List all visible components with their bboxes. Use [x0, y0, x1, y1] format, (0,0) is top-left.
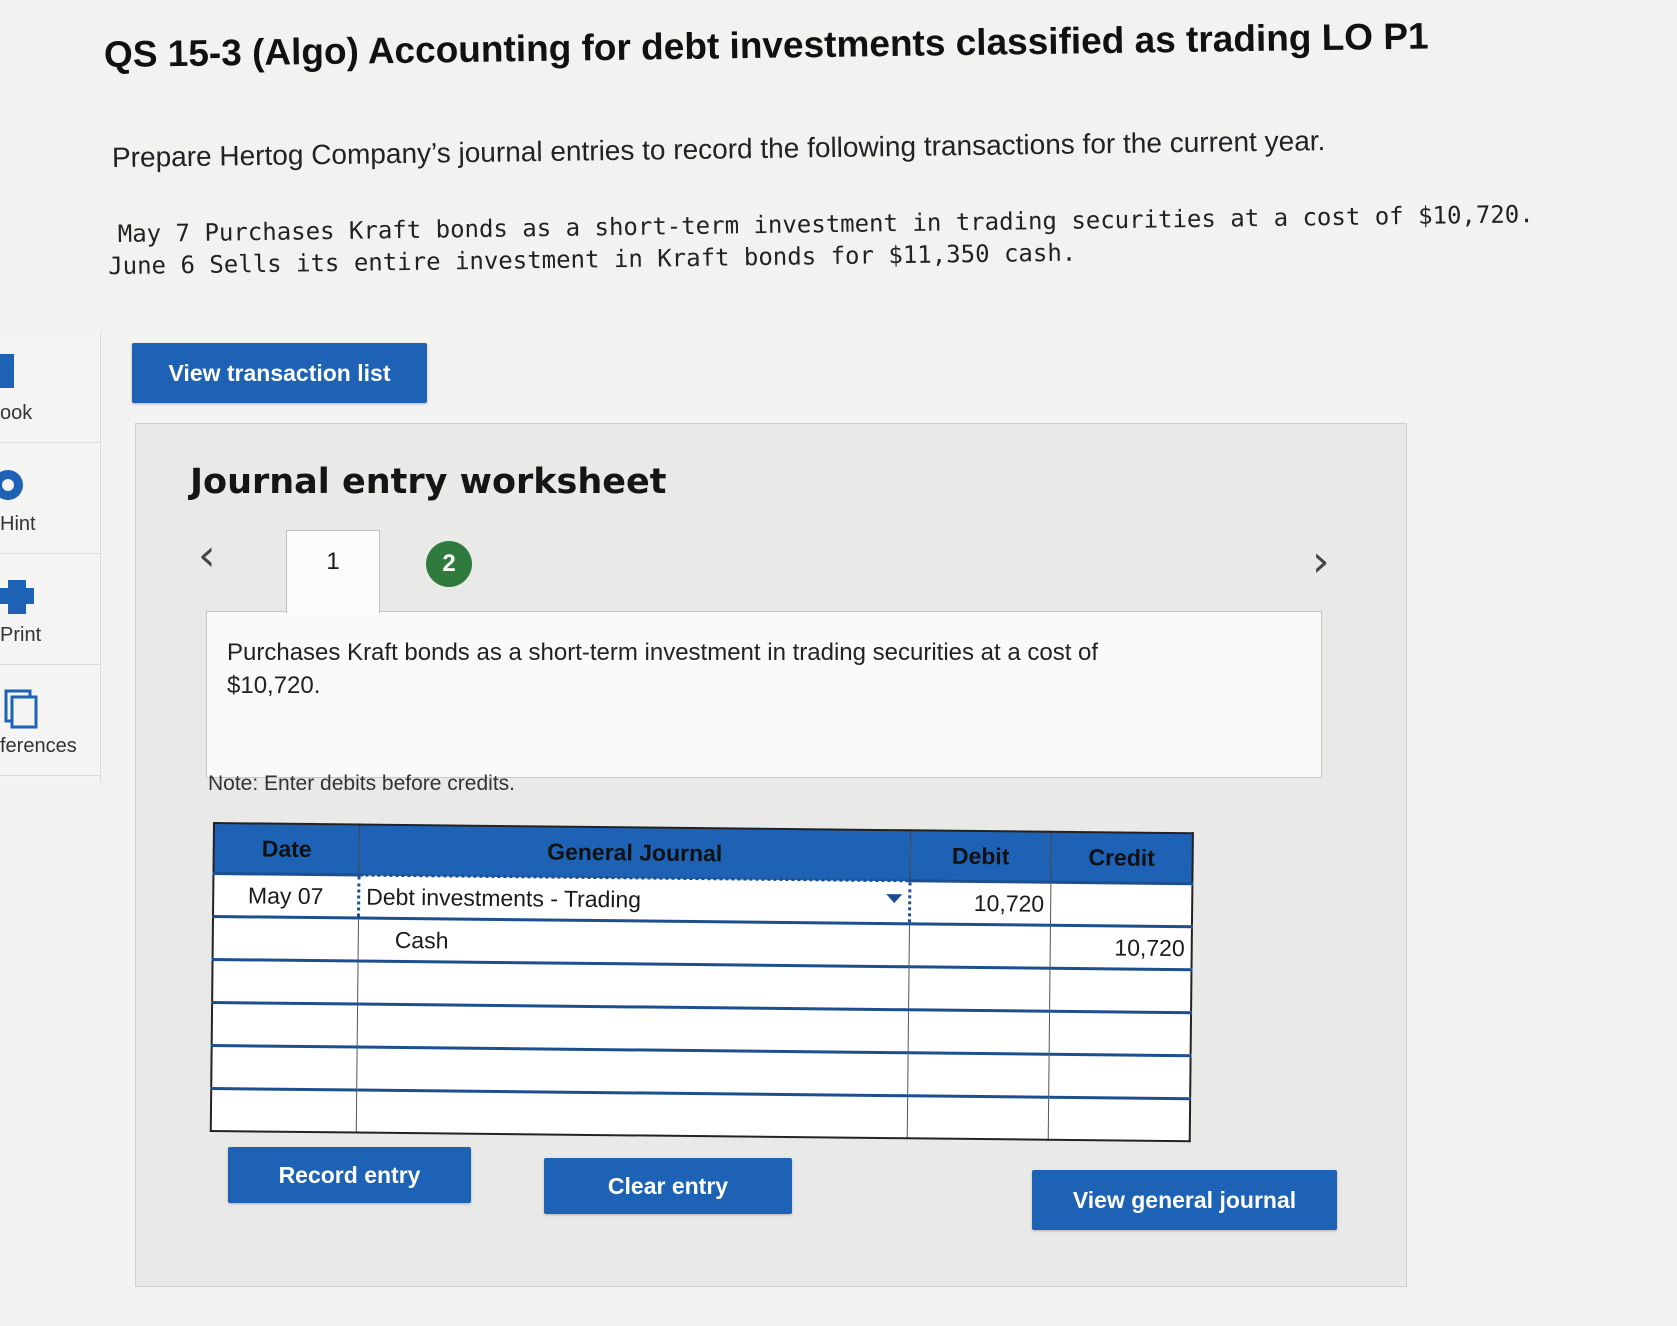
transaction-description: Purchases Kraft bonds as a short-term in… — [227, 639, 1099, 699]
clear-entry-button[interactable]: Clear entry — [544, 1158, 792, 1214]
view-transaction-list-button[interactable]: View transaction list — [132, 343, 427, 403]
date-cell[interactable] — [210, 1088, 357, 1133]
entry-note: Note: Enter debits before credits. — [208, 772, 515, 795]
debit-input[interactable] — [908, 966, 1051, 1012]
debit-input[interactable] — [907, 1052, 1050, 1098]
date-cell[interactable] — [212, 959, 359, 1005]
credit-input[interactable] — [1049, 968, 1192, 1013]
record-entry-button[interactable]: Record entry — [228, 1147, 471, 1203]
sidebar-item-label: ook — [0, 402, 33, 424]
date-cell[interactable] — [211, 1045, 358, 1091]
account-select[interactable] — [357, 1004, 909, 1053]
credit-column-header: Credit — [1050, 831, 1193, 884]
transaction-list-text: May 7 Purchases Kraft bonds as a short-t… — [108, 198, 1535, 282]
hint-icon — [0, 470, 23, 500]
references-icon — [4, 689, 38, 729]
transaction-description-box: Purchases Kraft bonds as a short-term in… — [206, 611, 1322, 778]
chevron-down-icon[interactable] — [886, 894, 903, 904]
tab-entry-1[interactable]: 1 — [286, 530, 380, 613]
journal-entry-table: Date General Journal Debit Credit May 07… — [209, 822, 1194, 1143]
date-column-header: Date — [213, 823, 360, 876]
debit-input[interactable] — [907, 1095, 1049, 1140]
debit-input[interactable] — [908, 1009, 1050, 1055]
credit-input[interactable] — [1049, 1011, 1192, 1056]
credit-input[interactable] — [1050, 882, 1193, 927]
general-journal-column-header: General Journal — [358, 824, 911, 881]
date-cell[interactable]: May 07 — [213, 873, 359, 919]
account-select[interactable] — [356, 1090, 908, 1139]
print-icon — [0, 580, 34, 614]
date-cell[interactable] — [211, 1002, 358, 1048]
debit-input[interactable]: 10,720 — [909, 880, 1051, 926]
tab-entry-2[interactable]: 2 — [426, 541, 472, 587]
debit-input[interactable] — [909, 923, 1051, 969]
credit-input[interactable] — [1048, 1097, 1191, 1142]
sidebar-item-label: ferences — [0, 735, 77, 757]
worksheet-title: Journal entry worksheet — [190, 462, 667, 502]
table-row — [210, 1088, 1191, 1142]
account-value: Debt investments - Trading — [366, 883, 642, 912]
sidebar-item-label: Hint — [0, 513, 36, 535]
sidebar-item-print[interactable]: Print — [0, 554, 100, 665]
question-intro: Prepare Hertog Company’s journal entries… — [111, 125, 1326, 173]
account-select[interactable]: Debt investments - Trading — [358, 875, 910, 924]
previous-arrow-icon[interactable]: ‹ — [198, 530, 216, 581]
book-icon — [0, 354, 14, 388]
account-select[interactable] — [356, 1047, 909, 1096]
next-arrow-icon[interactable]: › — [1312, 536, 1330, 587]
account-select[interactable] — [357, 961, 910, 1010]
debit-column-header: Debit — [909, 830, 1052, 883]
sidebar-item-ebook[interactable]: ook — [0, 332, 100, 443]
left-toolbar: ook Hint Print ferences — [0, 332, 101, 782]
sidebar-item-references[interactable]: ferences — [0, 665, 100, 776]
account-select[interactable]: Cash — [358, 918, 910, 967]
view-general-journal-button[interactable]: View general journal — [1032, 1170, 1337, 1230]
credit-input[interactable]: 10,720 — [1050, 925, 1192, 970]
sidebar-item-hint[interactable]: Hint — [0, 443, 100, 554]
credit-input[interactable] — [1048, 1054, 1191, 1099]
date-cell[interactable] — [212, 916, 359, 962]
question-title: QS 15-3 (Algo) Accounting for debt inves… — [103, 15, 1429, 75]
sidebar-item-label: Print — [0, 624, 42, 646]
